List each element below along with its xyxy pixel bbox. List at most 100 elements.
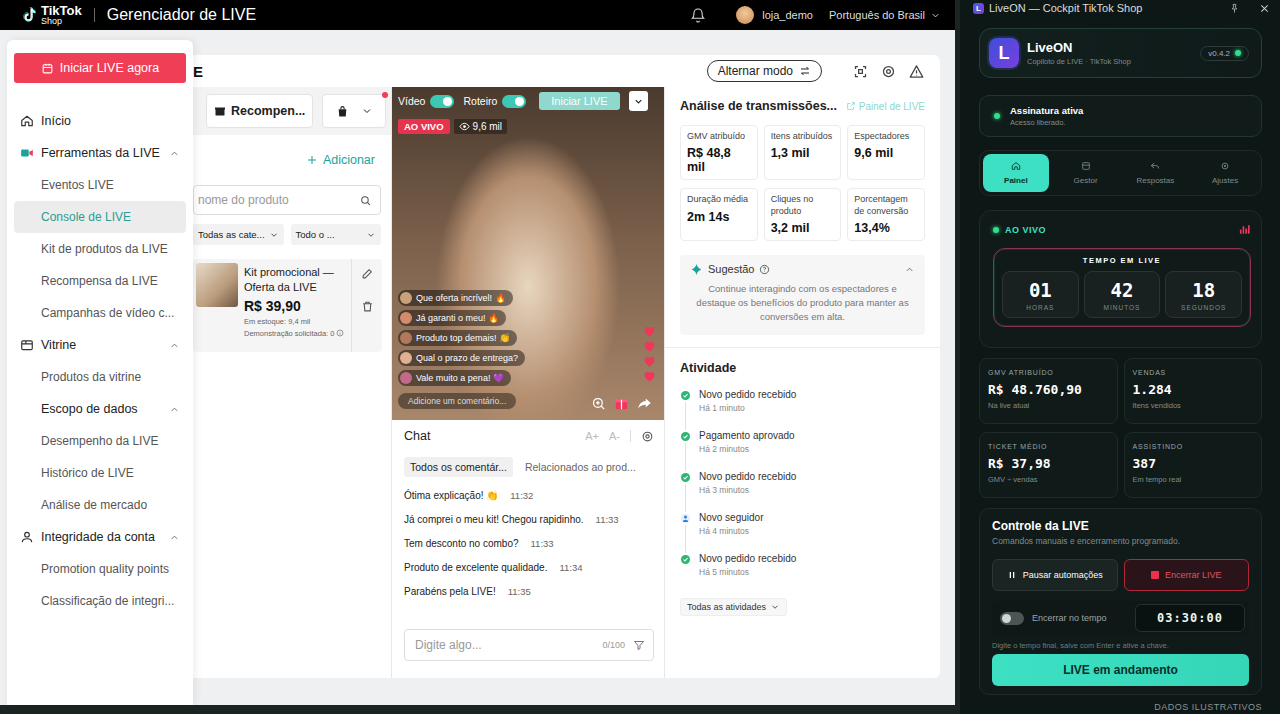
- menu-item[interactable]: Classificação de integri...: [14, 585, 186, 617]
- bell-icon[interactable]: [690, 7, 706, 23]
- activity-item: Novo seguidorHá 4 minutos: [680, 512, 925, 553]
- chevron-down-icon: [366, 230, 376, 240]
- menu-item[interactable]: Produtos da vitrine: [14, 361, 186, 393]
- auto-end-toggle[interactable]: [1000, 612, 1024, 625]
- product-search-input[interactable]: [196, 192, 359, 208]
- reward-tab[interactable]: Recompen...: [206, 94, 313, 128]
- share-icon[interactable]: [637, 396, 652, 411]
- tiktok-shop-logo[interactable]: TikTokShop: [20, 4, 82, 26]
- chat-message: Parabéns pela LIVE!11:35: [404, 584, 654, 599]
- char-counter: 0/100: [602, 640, 625, 650]
- menu-item[interactable]: Recompensa da LIVE: [14, 265, 186, 297]
- live-status-button[interactable]: LIVE em andamento: [992, 654, 1249, 686]
- timer-unit: 18SEGUNDOS: [1165, 271, 1242, 318]
- eye-icon: [459, 121, 470, 132]
- chat-input[interactable]: Digite algo...0/100: [404, 629, 654, 661]
- end-live-button[interactable]: Encerrar LIVE: [1124, 559, 1250, 591]
- nav-tab[interactable]: Gestor: [1053, 154, 1119, 192]
- menu-item[interactable]: Eventos LIVE: [14, 169, 186, 201]
- target-icon[interactable]: [881, 64, 896, 79]
- switch-mode-button[interactable]: Alternar modo: [707, 60, 822, 82]
- filter-dropdown[interactable]: Todo o ...: [291, 224, 382, 245]
- settings-icon[interactable]: [641, 430, 654, 443]
- warning-icon[interactable]: [909, 64, 924, 79]
- bag-tab[interactable]: [322, 94, 386, 128]
- filter-icon[interactable]: [633, 639, 645, 651]
- language-select[interactable]: Português do Brasil: [829, 9, 941, 21]
- close-icon[interactable]: [1259, 3, 1270, 14]
- menu-group-label: Integridade da conta: [41, 530, 169, 544]
- chat-tab[interactable]: Todos os comentár...: [404, 457, 513, 477]
- menu-item[interactable]: Histórico de LIVE: [14, 457, 186, 489]
- product-search: [193, 185, 381, 215]
- pin-icon[interactable]: [1229, 3, 1240, 14]
- activity-item: Novo pedido recebidoHá 5 minutos: [680, 553, 925, 594]
- nav-tab[interactable]: Painel: [983, 154, 1049, 192]
- font-increase-button[interactable]: A+: [585, 430, 599, 442]
- sidebar-menu: Início Ferramentas da LIVEEventos LIVECon…: [14, 105, 186, 617]
- alert-dot: [382, 92, 388, 98]
- overlay-comment: Produto top demais! 👏: [398, 330, 517, 346]
- help-icon[interactable]: [759, 264, 770, 275]
- stat-card: TICKET MÉDIOR$ 37,98GMV ÷ vendas: [979, 432, 1118, 498]
- script-toggle[interactable]: [502, 95, 526, 108]
- live-dashboard-link[interactable]: Painel de LIVE: [846, 101, 925, 112]
- product-price: R$ 39,90: [244, 298, 351, 314]
- video-toggle[interactable]: [430, 95, 454, 108]
- search-icon[interactable]: [359, 194, 372, 207]
- pause-automations-button[interactable]: Pausar automações: [992, 559, 1118, 591]
- illustrative-data-note: DADOS ILUSTRATIVOS: [979, 702, 1262, 714]
- overlay-comment-input[interactable]: Adicione um comentário...: [398, 393, 516, 409]
- timer-unit: 01HORAS: [1002, 271, 1079, 318]
- suggestion-box: SugestãoContinue interagindo com os espe…: [680, 255, 925, 335]
- start-live-button[interactable]: Iniciar LIVE agora: [14, 53, 186, 83]
- edit-icon[interactable]: [361, 267, 374, 280]
- stream-options-dropdown[interactable]: [629, 91, 648, 111]
- activity-item: Novo pedido recebidoHá 3 minutos: [680, 471, 925, 512]
- chevron-down-icon: [269, 230, 279, 240]
- menu-item[interactable]: Kit de produtos da LIVE: [14, 233, 186, 265]
- menu-item[interactable]: Análise de mercado: [14, 489, 186, 521]
- menu-item[interactable]: Desempenho da LIVE: [14, 425, 186, 457]
- product-card[interactable]: Kit promocional — Oferta da LIVER$ 39,90…: [193, 259, 382, 352]
- chevron-down-icon: [930, 10, 941, 21]
- filter-dropdown[interactable]: Todas as cate...: [193, 224, 284, 245]
- zoom-icon[interactable]: [591, 396, 606, 411]
- gift-icon[interactable]: [614, 396, 629, 411]
- tiktok-note-icon: [20, 6, 38, 24]
- menu-item[interactable]: Console de LIVE: [14, 201, 186, 233]
- menu-group-label: Início: [41, 114, 180, 128]
- chevron-up-icon[interactable]: [904, 264, 915, 275]
- trash-icon[interactable]: [361, 300, 374, 313]
- scan-icon[interactable]: [853, 64, 868, 79]
- home-icon: [20, 114, 34, 128]
- add-product-button[interactable]: Adicionar: [306, 153, 375, 167]
- user-avatar[interactable]: [736, 6, 754, 24]
- end-time-input[interactable]: 03:30:00: [1135, 604, 1245, 632]
- start-live-stream-button[interactable]: Iniciar LIVE: [539, 92, 619, 110]
- activity-item: Novo pedido recebidoHá 1 minuto: [680, 389, 925, 430]
- overlay-comment: Vale muito a pena! 💜: [398, 370, 511, 386]
- user-name[interactable]: loja_demo: [762, 9, 813, 21]
- chat-title: Chat: [404, 429, 430, 443]
- chevron-up-icon: [169, 532, 180, 543]
- activity-filter[interactable]: Todas as atividades: [680, 598, 787, 616]
- plus-icon: [306, 154, 318, 166]
- product-demo: Demonstração solicitada: 0: [244, 329, 351, 338]
- menu-group-header[interactable]: Ferramentas da LIVE: [14, 137, 186, 169]
- liveon-logo-small: L: [973, 3, 984, 14]
- sidebar: Iniciar LIVE agora Início Ferramentas da L…: [7, 40, 193, 705]
- nav-tab[interactable]: Ajustes: [1192, 154, 1258, 192]
- font-decrease-button[interactable]: A-: [609, 430, 620, 442]
- nav-tab[interactable]: Respostas: [1123, 154, 1189, 192]
- menu-group-header[interactable]: Início: [14, 105, 186, 137]
- menu-group-header[interactable]: Integridade da conta: [14, 521, 186, 553]
- chat-panel: Chat A+ A- Todos os comentár... Relacionados…: [392, 420, 664, 678]
- subscription-card: Assinatura ativaAcesso liberado.: [979, 95, 1262, 137]
- menu-item[interactable]: Campanhas de vídeo c...: [14, 297, 186, 329]
- menu-group-header[interactable]: Escopo de dados: [14, 393, 186, 425]
- heart-icon: [643, 325, 656, 338]
- menu-group-header[interactable]: Vitrine: [14, 329, 186, 361]
- chat-tab[interactable]: Relacionados ao prod...: [519, 457, 642, 477]
- menu-item[interactable]: Promotion quality points: [14, 553, 186, 585]
